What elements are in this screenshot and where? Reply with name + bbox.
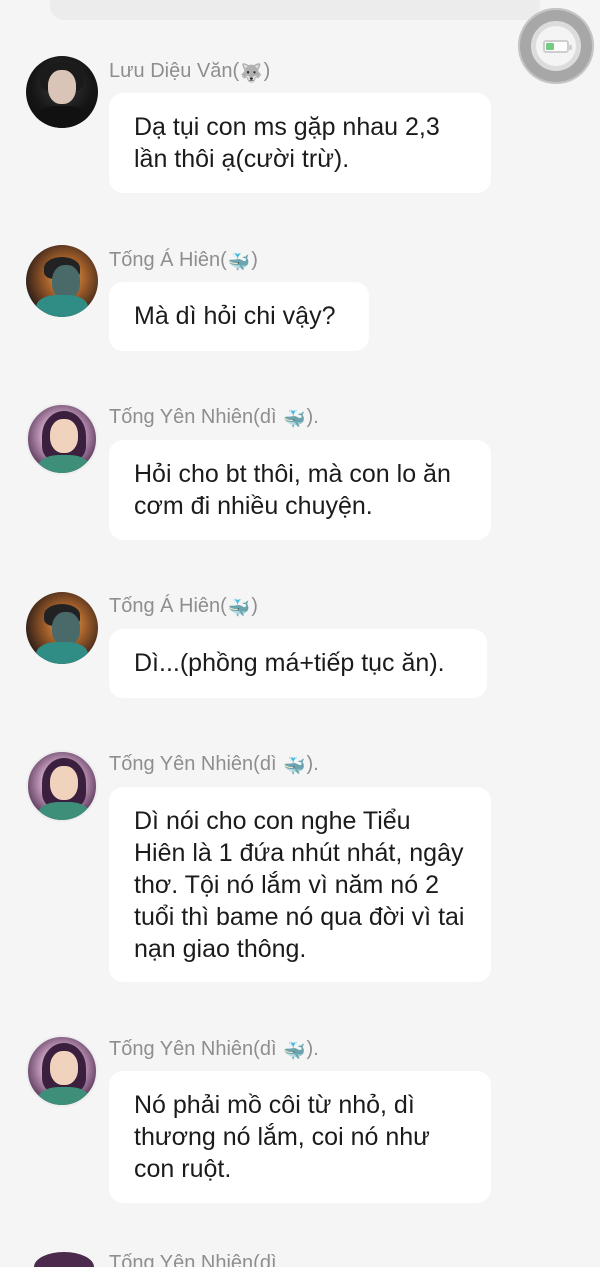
message-bubble[interactable]: Dì...(phồng má+tiếp tục ăn). <box>109 629 487 698</box>
battery-icon <box>543 39 572 53</box>
whale-icon: 🐳 <box>283 409 306 429</box>
floating-assistive-button[interactable] <box>518 8 594 84</box>
whale-icon: 🐳 <box>227 598 251 618</box>
sender-name: Tống Yên Nhiên(dì <box>109 1252 277 1267</box>
message-text: Mà dì hỏi chi vậy? <box>134 302 336 330</box>
message-bubble[interactable]: Mà dì hỏi chi vậy? <box>109 282 369 351</box>
message-bubble[interactable]: Dạ tụi con ms gặp nhau 2,3 lần thôi ạ(cư… <box>109 93 491 193</box>
whale-icon: 🐳 <box>283 1041 306 1061</box>
message-text: Dì nói cho con nghe Tiểu Hiên là 1 đứa n… <box>134 807 465 963</box>
sender-name: Tống Á Hiên(🐳) <box>109 595 258 618</box>
wolf-icon: 🐺 <box>240 63 263 83</box>
sender-name: Tống Yên Nhiên(dì 🐳). <box>109 406 319 429</box>
avatar[interactable] <box>34 1252 94 1267</box>
avatar[interactable] <box>26 1035 98 1107</box>
avatar[interactable] <box>26 403 98 475</box>
top-search-bar[interactable] <box>50 0 540 20</box>
avatar[interactable] <box>26 56 98 128</box>
avatar[interactable] <box>26 245 98 317</box>
message-bubble[interactable]: Dì nói cho con nghe Tiểu Hiên là 1 đứa n… <box>109 787 491 982</box>
avatar[interactable] <box>26 592 98 664</box>
message-bubble[interactable]: Hỏi cho bt thôi, mà con lo ăn cơm đi nhi… <box>109 440 491 540</box>
message-text: Hỏi cho bt thôi, mà con lo ăn cơm đi nhi… <box>134 460 451 520</box>
message-text: Dạ tụi con ms gặp nhau 2,3 lần thôi ạ(cư… <box>134 113 440 173</box>
sender-name: Tống Yên Nhiên(dì 🐳). <box>109 1038 319 1061</box>
sender-name: Lưu Diệu Văn(🐺) <box>109 60 271 83</box>
message-text: Nó phải mồ côi từ nhỏ, dì thương nó lắm,… <box>134 1091 430 1183</box>
whale-icon: 🐳 <box>283 756 306 776</box>
message-text: Dì...(phồng má+tiếp tục ăn). <box>134 649 445 677</box>
whale-icon: 🐳 <box>227 252 251 272</box>
avatar[interactable] <box>26 750 98 822</box>
message-bubble[interactable]: Nó phải mồ côi từ nhỏ, dì thương nó lắm,… <box>109 1071 491 1203</box>
floating-button-ring <box>531 21 581 71</box>
sender-name: Tống Á Hiên(🐳) <box>109 249 258 272</box>
sender-name: Tống Yên Nhiên(dì 🐳). <box>109 753 319 776</box>
